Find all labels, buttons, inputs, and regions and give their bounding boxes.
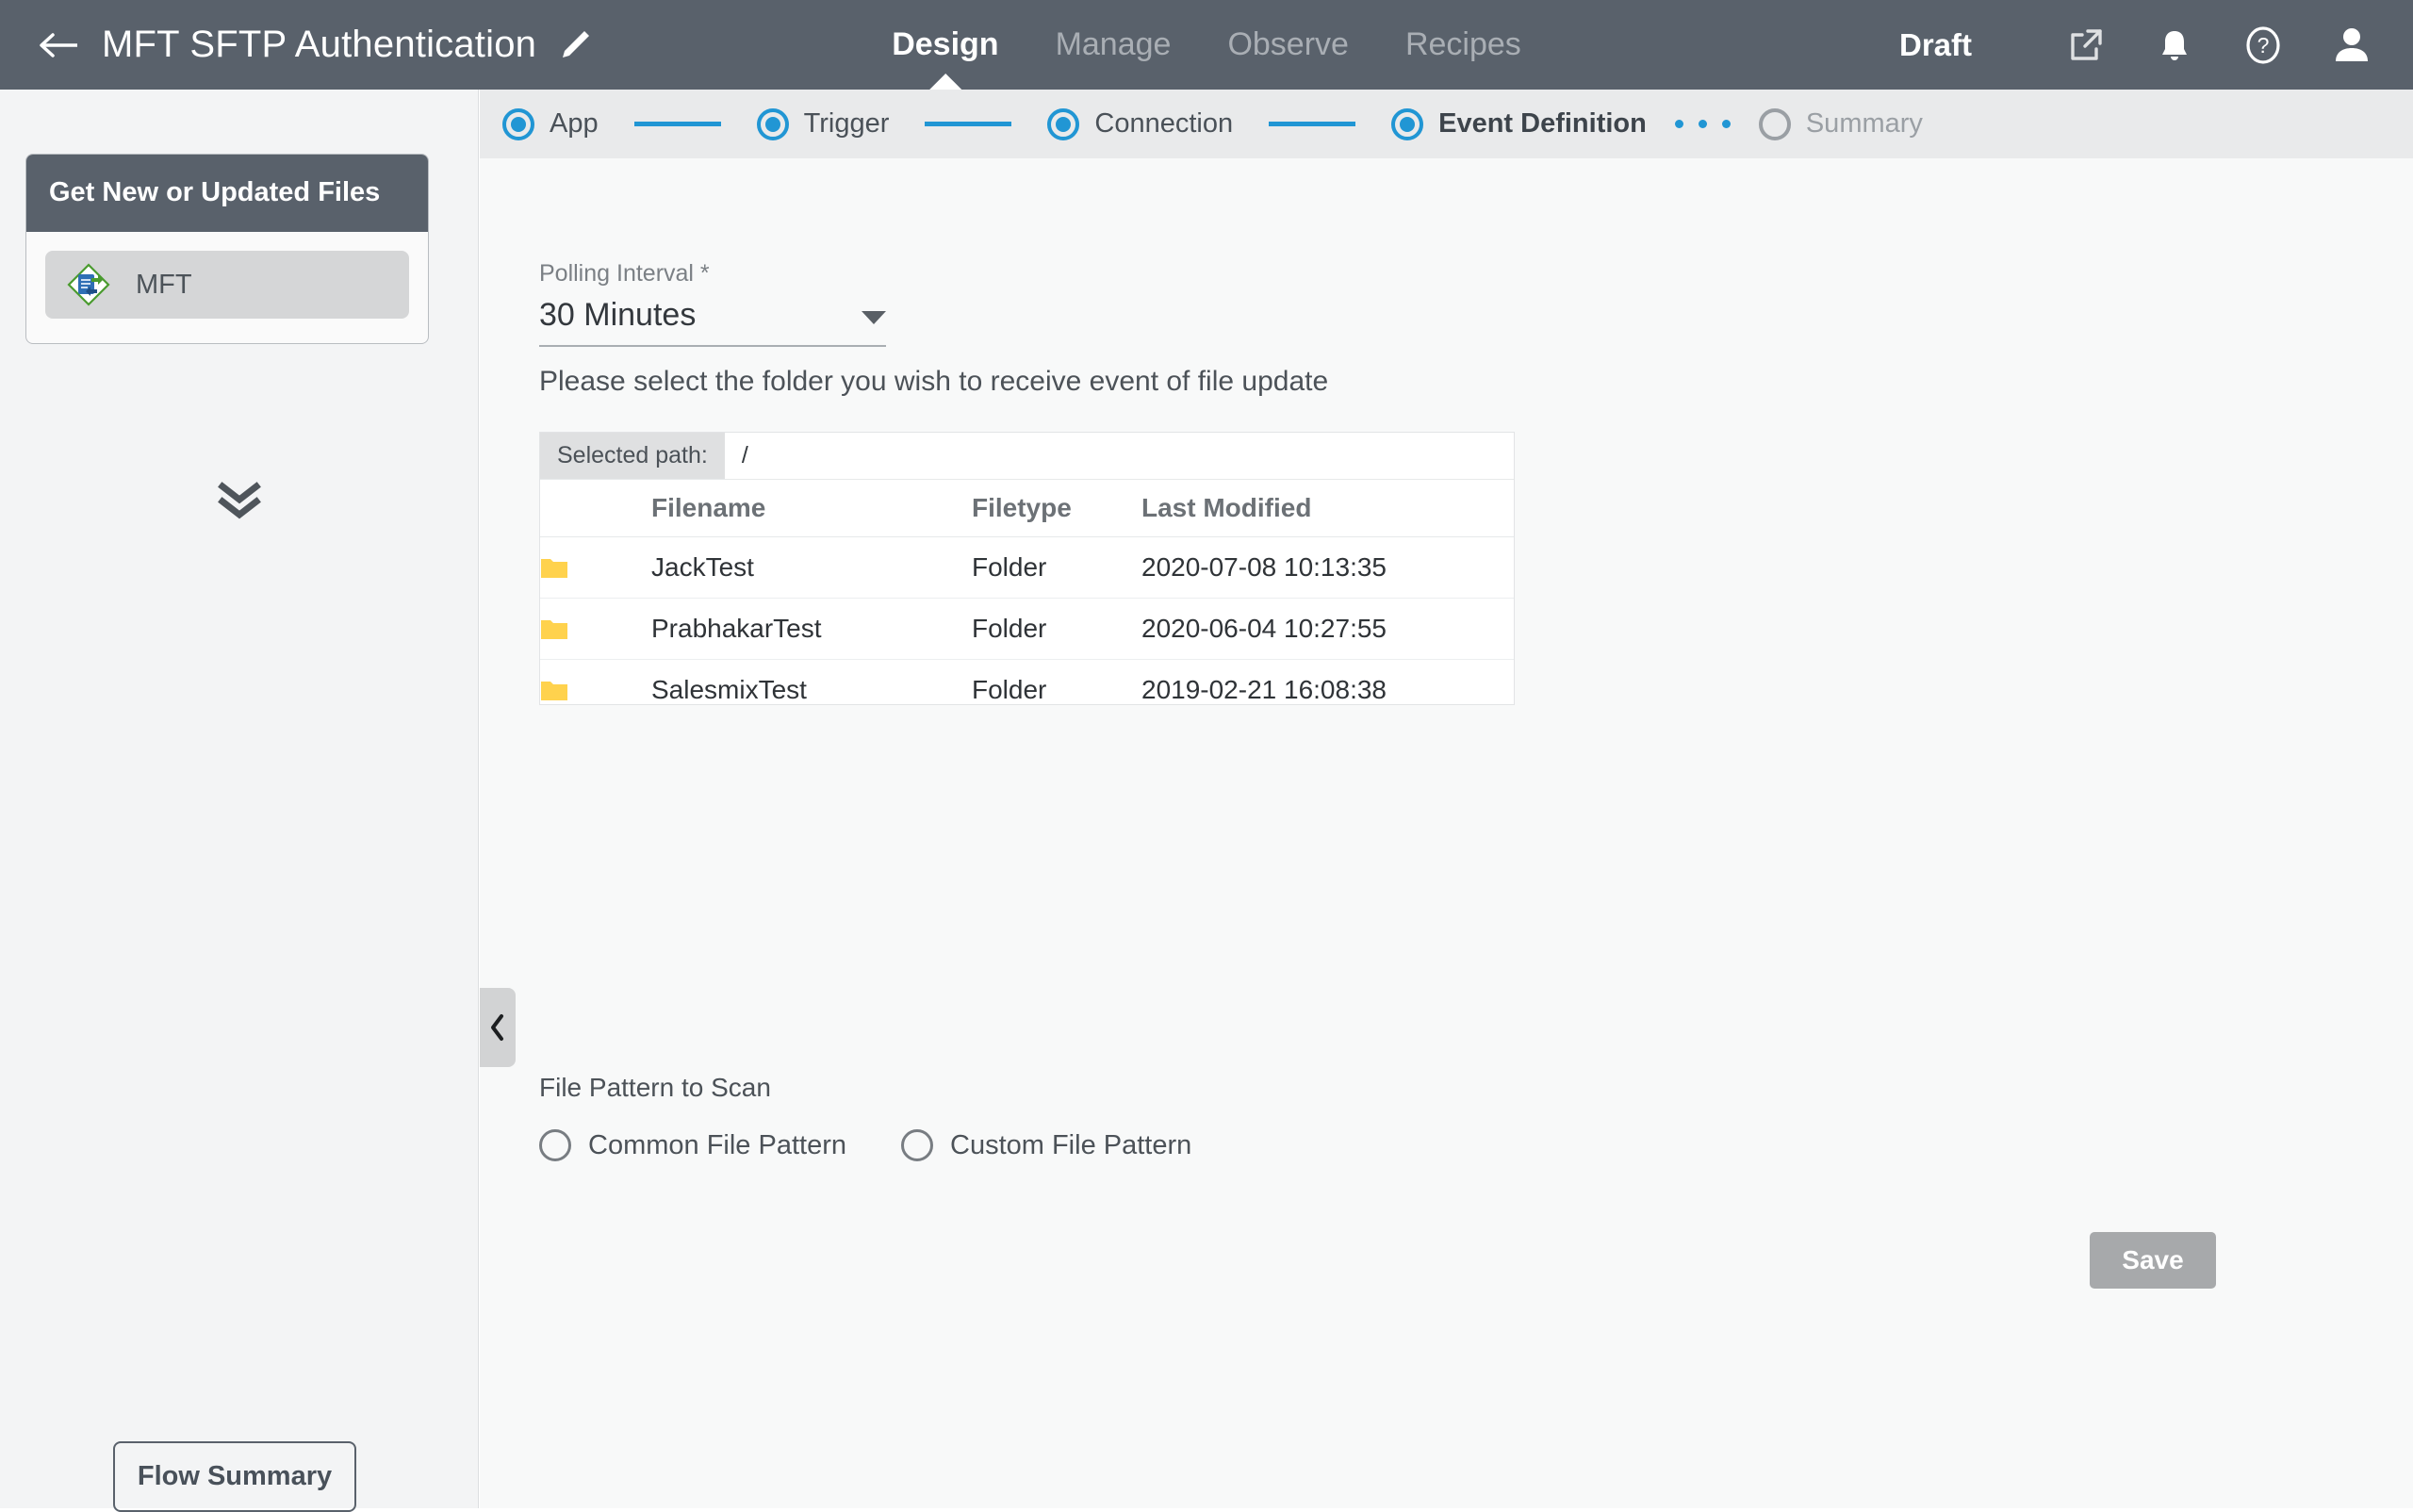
step-summary-radio-icon [1758, 107, 1791, 140]
file-type-cell: Folder [972, 659, 1141, 704]
svg-text:?: ? [2257, 33, 2270, 58]
top-bar: MFT SFTP Authentication Design Manage Ob… [0, 0, 2413, 90]
flow-card-body: MFT [26, 232, 428, 343]
radio-common-file-pattern-label: Common File Pattern [588, 1129, 846, 1160]
tab-recipes-label: Recipes [1404, 26, 1521, 62]
back-arrow-icon[interactable] [38, 26, 81, 64]
radio-custom-file-pattern-label: Custom File Pattern [950, 1129, 1192, 1160]
step-trigger-label: Trigger [803, 108, 890, 139]
tab-manage-label: Manage [1055, 26, 1172, 62]
file-name-cell: PrabhakarTest [651, 598, 972, 660]
tab-design[interactable]: Design [892, 0, 998, 90]
chevron-left-icon [491, 1014, 503, 1041]
flow-node-mft[interactable]: MFT [45, 251, 409, 320]
double-chevron-down-icon[interactable] [0, 481, 479, 522]
step-event-definition[interactable]: Event Definition [1391, 107, 1647, 140]
radio-circle-icon [901, 1129, 933, 1161]
folder-select-instruction: Please select the folder you wish to rec… [539, 366, 1329, 397]
step-connector-1 [633, 122, 721, 126]
folder-icon-cell [540, 598, 651, 660]
top-bar-left: MFT SFTP Authentication [0, 24, 593, 66]
file-col-modified-header: Last Modified [1141, 480, 1514, 537]
step-connector-dots [1674, 120, 1731, 128]
file-name-cell: JackTest [651, 536, 972, 599]
step-trigger-radio-icon [756, 107, 789, 140]
step-trigger[interactable]: Trigger [756, 107, 890, 140]
folder-icon-cell [540, 536, 651, 599]
file-type-cell: Folder [972, 536, 1141, 599]
step-connection-radio-icon [1047, 107, 1080, 140]
wizard-stepper: App Trigger Connection Event Definition … [480, 90, 2413, 158]
main-nav-tabs: Design Manage Observe Recipes [892, 0, 1521, 90]
selected-path-label: Selected path: [540, 433, 725, 479]
folder-icon [540, 679, 651, 702]
radio-circle-icon [539, 1129, 571, 1161]
bell-icon[interactable] [2151, 22, 2198, 69]
step-connector-3 [1269, 122, 1356, 126]
page-title: MFT SFTP Authentication [102, 24, 537, 65]
file-name-cell: SalesmixTest [651, 659, 972, 704]
file-type-cell: Folder [972, 598, 1141, 660]
folder-icon [540, 617, 651, 641]
save-button[interactable]: Save [2090, 1232, 2216, 1289]
tab-recipes[interactable]: Recipes [1405, 0, 1521, 90]
file-browser: Selected path: / Filename Filetype Last … [539, 432, 1515, 705]
file-modified-cell: 2020-06-04 10:27:55 [1141, 598, 1514, 660]
selected-path-row: Selected path: / [540, 433, 1514, 480]
help-circle-icon[interactable]: ? [2240, 22, 2287, 69]
file-pattern-label: File Pattern to Scan [539, 1073, 771, 1102]
file-pattern-radio-group: Common File Pattern Custom File Pattern [539, 1129, 1191, 1161]
file-modified-cell: 2019-02-21 16:08:38 [1141, 659, 1514, 704]
file-col-filetype-header: Filetype [972, 480, 1141, 537]
user-avatar-icon[interactable] [2328, 22, 2375, 69]
polling-interval-value: 30 Minutes [539, 297, 697, 333]
tab-observe-label: Observe [1227, 26, 1349, 62]
polling-interval-label: Polling Interval * [539, 260, 710, 287]
selected-path-value[interactable]: / [724, 433, 1514, 479]
flow-card-title: Get New or Updated Files [26, 155, 428, 233]
event-definition-form: Polling Interval * 30 Minutes Please sel… [480, 158, 2413, 1508]
step-event-definition-label: Event Definition [1438, 108, 1647, 139]
flow-card: Get New or Updated Files MFT [25, 154, 429, 345]
step-app-radio-icon [502, 107, 534, 140]
left-flow-panel: Get New or Updated Files MFT Flow Summar… [0, 90, 479, 1512]
mft-icon [66, 262, 111, 307]
external-link-icon[interactable] [2062, 22, 2109, 69]
tab-design-label: Design [892, 26, 999, 62]
flow-summary-button[interactable]: Flow Summary [113, 1441, 356, 1512]
table-row[interactable]: JackTest Folder 2020-07-08 10:13:35 [540, 536, 1514, 599]
radio-common-file-pattern[interactable]: Common File Pattern [539, 1129, 846, 1161]
step-connection-label: Connection [1094, 108, 1234, 139]
folder-icon-cell [540, 659, 651, 704]
step-connection[interactable]: Connection [1047, 107, 1234, 140]
step-connector-2 [925, 122, 1012, 126]
file-col-filename-header: Filename [651, 480, 972, 537]
step-app-label: App [550, 108, 599, 139]
chevron-down-icon [862, 311, 886, 324]
file-table-header-row: Filename Filetype Last Modified [540, 480, 1514, 537]
status-badge: Draft [1898, 26, 1972, 62]
step-event-definition-radio-icon [1391, 107, 1424, 140]
step-summary-label: Summary [1805, 108, 1923, 139]
table-row[interactable]: SalesmixTest Folder 2019-02-21 16:08:38 [540, 659, 1514, 704]
file-table: Filename Filetype Last Modified JackTest [540, 480, 1514, 704]
table-row[interactable]: PrabhakarTest Folder 2020-06-04 10:27:55 [540, 598, 1514, 660]
folder-icon [540, 556, 651, 580]
step-app[interactable]: App [502, 107, 599, 140]
file-table-body: JackTest Folder 2020-07-08 10:13:35 Prab… [540, 536, 1514, 704]
step-summary[interactable]: Summary [1758, 107, 1923, 140]
tab-observe[interactable]: Observe [1227, 0, 1349, 90]
file-modified-cell: 2020-07-08 10:13:35 [1141, 536, 1514, 599]
file-col-icon-header [540, 480, 651, 537]
polling-interval-select[interactable]: 30 Minutes [539, 297, 886, 347]
polling-interval-field: Polling Interval * 30 Minutes [539, 260, 886, 347]
panel-collapse-handle[interactable] [480, 988, 516, 1067]
flow-node-label: MFT [136, 269, 192, 300]
main-content-area: App Trigger Connection Event Definition … [480, 90, 2413, 1508]
top-bar-right: Draft ? [1899, 0, 2375, 90]
file-table-head: Filename Filetype Last Modified [540, 480, 1514, 537]
radio-custom-file-pattern[interactable]: Custom File Pattern [901, 1129, 1191, 1161]
tab-manage[interactable]: Manage [1056, 0, 1172, 90]
pencil-icon[interactable] [557, 27, 593, 63]
